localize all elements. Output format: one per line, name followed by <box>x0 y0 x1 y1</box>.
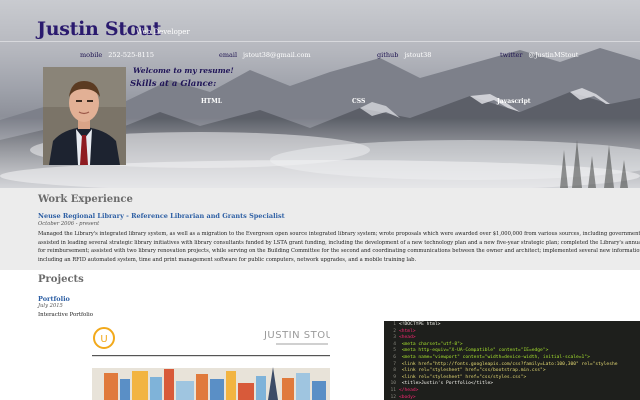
skill-item: CSS <box>352 98 366 105</box>
portfolio-logo-icon: U <box>100 334 107 345</box>
code-line: 8 <link rel="stylesheet" href="css/boots… <box>393 368 546 374</box>
job-description: Managed the Library's integrated library… <box>38 230 640 264</box>
contact-github: github jstout38 <box>377 51 431 59</box>
skills-heading: Skills at a Glance: <box>130 79 217 89</box>
job-description-line: including an RFID automated system, time… <box>38 256 417 263</box>
code-line: 6 <meta name="viewport" content="width=d… <box>393 355 590 360</box>
code-line: 12 <body> <box>390 394 416 400</box>
contact-value[interactable]: jstout38 <box>404 51 431 59</box>
header-divider <box>0 41 640 42</box>
projects-heading: Projects <box>38 274 84 285</box>
job-description-line: Managed the Library's integrated library… <box>38 231 640 237</box>
contact-value[interactable]: jstout38@gmail.com <box>243 51 311 59</box>
code-line: 5 <meta http-equiv="X-UA-Compatible" con… <box>393 348 549 354</box>
contact-label: mobile <box>80 51 103 59</box>
contact-label: github <box>377 51 399 59</box>
hero-banner: Justin Stout Web Developer mobile 252-525… <box>0 0 640 188</box>
contact-label: email <box>219 51 238 59</box>
job-role-subtitle: Web Developer <box>136 28 190 36</box>
profile-photo <box>43 67 126 165</box>
contact-label: twitter <box>500 51 523 59</box>
contact-value[interactable]: @JustinMStout <box>528 51 578 59</box>
job-dates: October 2006 - present <box>38 221 100 227</box>
portfolio-screenshot-thumbnail[interactable]: U JUSTIN STOUT <box>92 321 330 400</box>
code-screenshot-thumbnail[interactable]: 1 <!DOCTYPE html> 2 <html> 3 <head> 4 <meta… <box>384 321 640 400</box>
work-experience-heading: Work Experience <box>38 194 133 205</box>
contact-mobile: mobile 252-525-8115 <box>80 51 154 59</box>
contact-email: email jstout38@gmail.com <box>219 51 311 59</box>
code-line: 11 </head> <box>390 388 419 393</box>
code-line: 2 <html> <box>393 328 416 334</box>
skill-item: HTML <box>201 98 222 105</box>
project-description: Interactive Portfolio <box>38 312 93 318</box>
code-line: 1 <!DOCTYPE html> <box>393 322 441 327</box>
job-description-line: assisted in leading several strategic li… <box>38 239 640 246</box>
welcome-message: Welcome to my resume! <box>133 66 234 75</box>
job-description-line: for reimbursement; assisted with two lib… <box>38 248 640 255</box>
job-title-link[interactable]: Neuse Regional Library - Reference Libra… <box>38 212 285 220</box>
code-line: 10 <title>Justin's Portfolio</title> <box>390 381 494 387</box>
code-line: 3 <head> <box>393 335 416 341</box>
contact-value[interactable]: 252-525-8115 <box>108 51 154 59</box>
project-date: July 2015 <box>38 303 63 309</box>
contact-twitter: twitter @JustinMStout <box>500 51 578 59</box>
skill-item: Javascript <box>497 98 531 105</box>
portfolio-brand-text: JUSTIN STOUT <box>263 330 330 341</box>
project-title-link[interactable]: Portfolio <box>38 295 70 303</box>
